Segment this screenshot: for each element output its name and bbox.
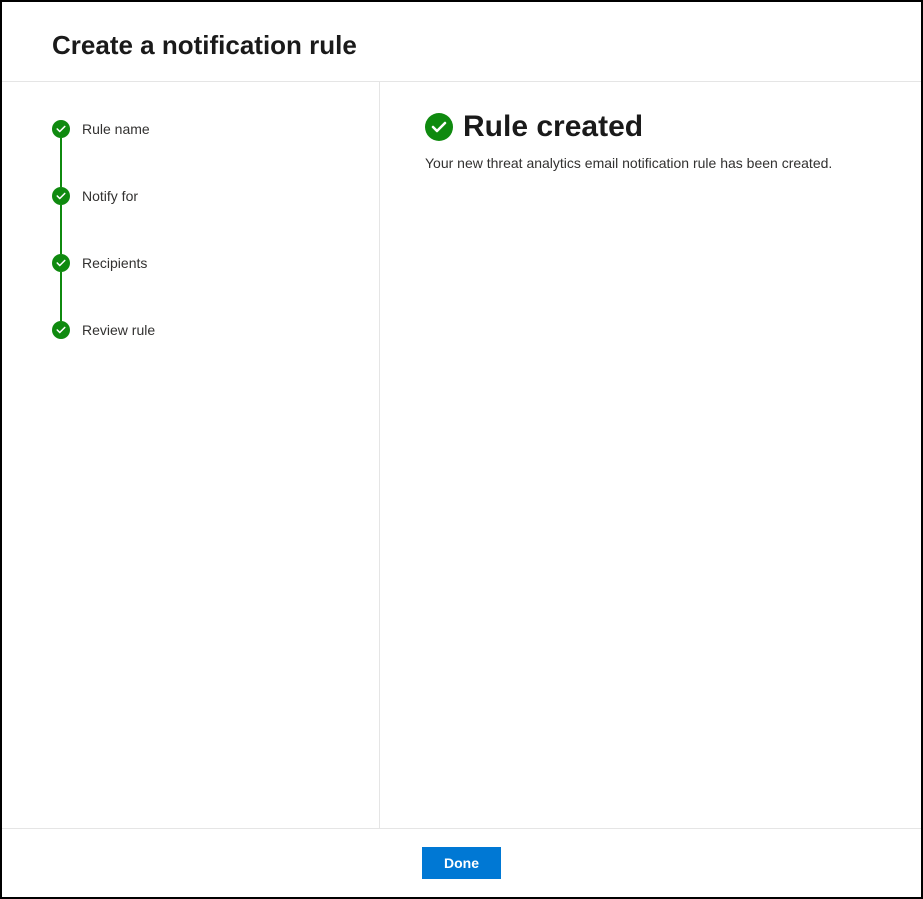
main-heading: Rule created (425, 110, 876, 144)
dialog-title: Create a notification rule (52, 30, 871, 61)
check-icon (52, 254, 70, 272)
dialog-footer: Done (2, 828, 921, 897)
step-recipients: Recipients (52, 254, 329, 272)
main-heading-text: Rule created (463, 110, 643, 144)
done-button[interactable]: Done (422, 847, 501, 879)
dialog-header: Create a notification rule (2, 2, 921, 82)
stepper: Rule name Notify for Recipients (52, 120, 329, 339)
dialog-body: Rule name Notify for Recipients (2, 82, 921, 828)
step-review-rule: Review rule (52, 321, 329, 339)
step-connector (60, 205, 62, 254)
step-label: Rule name (82, 121, 150, 137)
check-icon (52, 187, 70, 205)
main-description: Your new threat analytics email notifica… (425, 154, 876, 174)
success-check-icon (425, 113, 453, 141)
step-rule-name: Rule name (52, 120, 329, 138)
step-connector (60, 272, 62, 321)
step-connector (60, 138, 62, 187)
dialog-container: Create a notification rule Rule name Not… (0, 0, 923, 899)
step-label: Recipients (82, 255, 147, 271)
step-notify-for: Notify for (52, 187, 329, 205)
check-icon (52, 120, 70, 138)
stepper-sidebar: Rule name Notify for Recipients (2, 82, 380, 828)
step-label: Notify for (82, 188, 138, 204)
step-label: Review rule (82, 322, 155, 338)
check-icon (52, 321, 70, 339)
main-content: Rule created Your new threat analytics e… (380, 82, 921, 828)
